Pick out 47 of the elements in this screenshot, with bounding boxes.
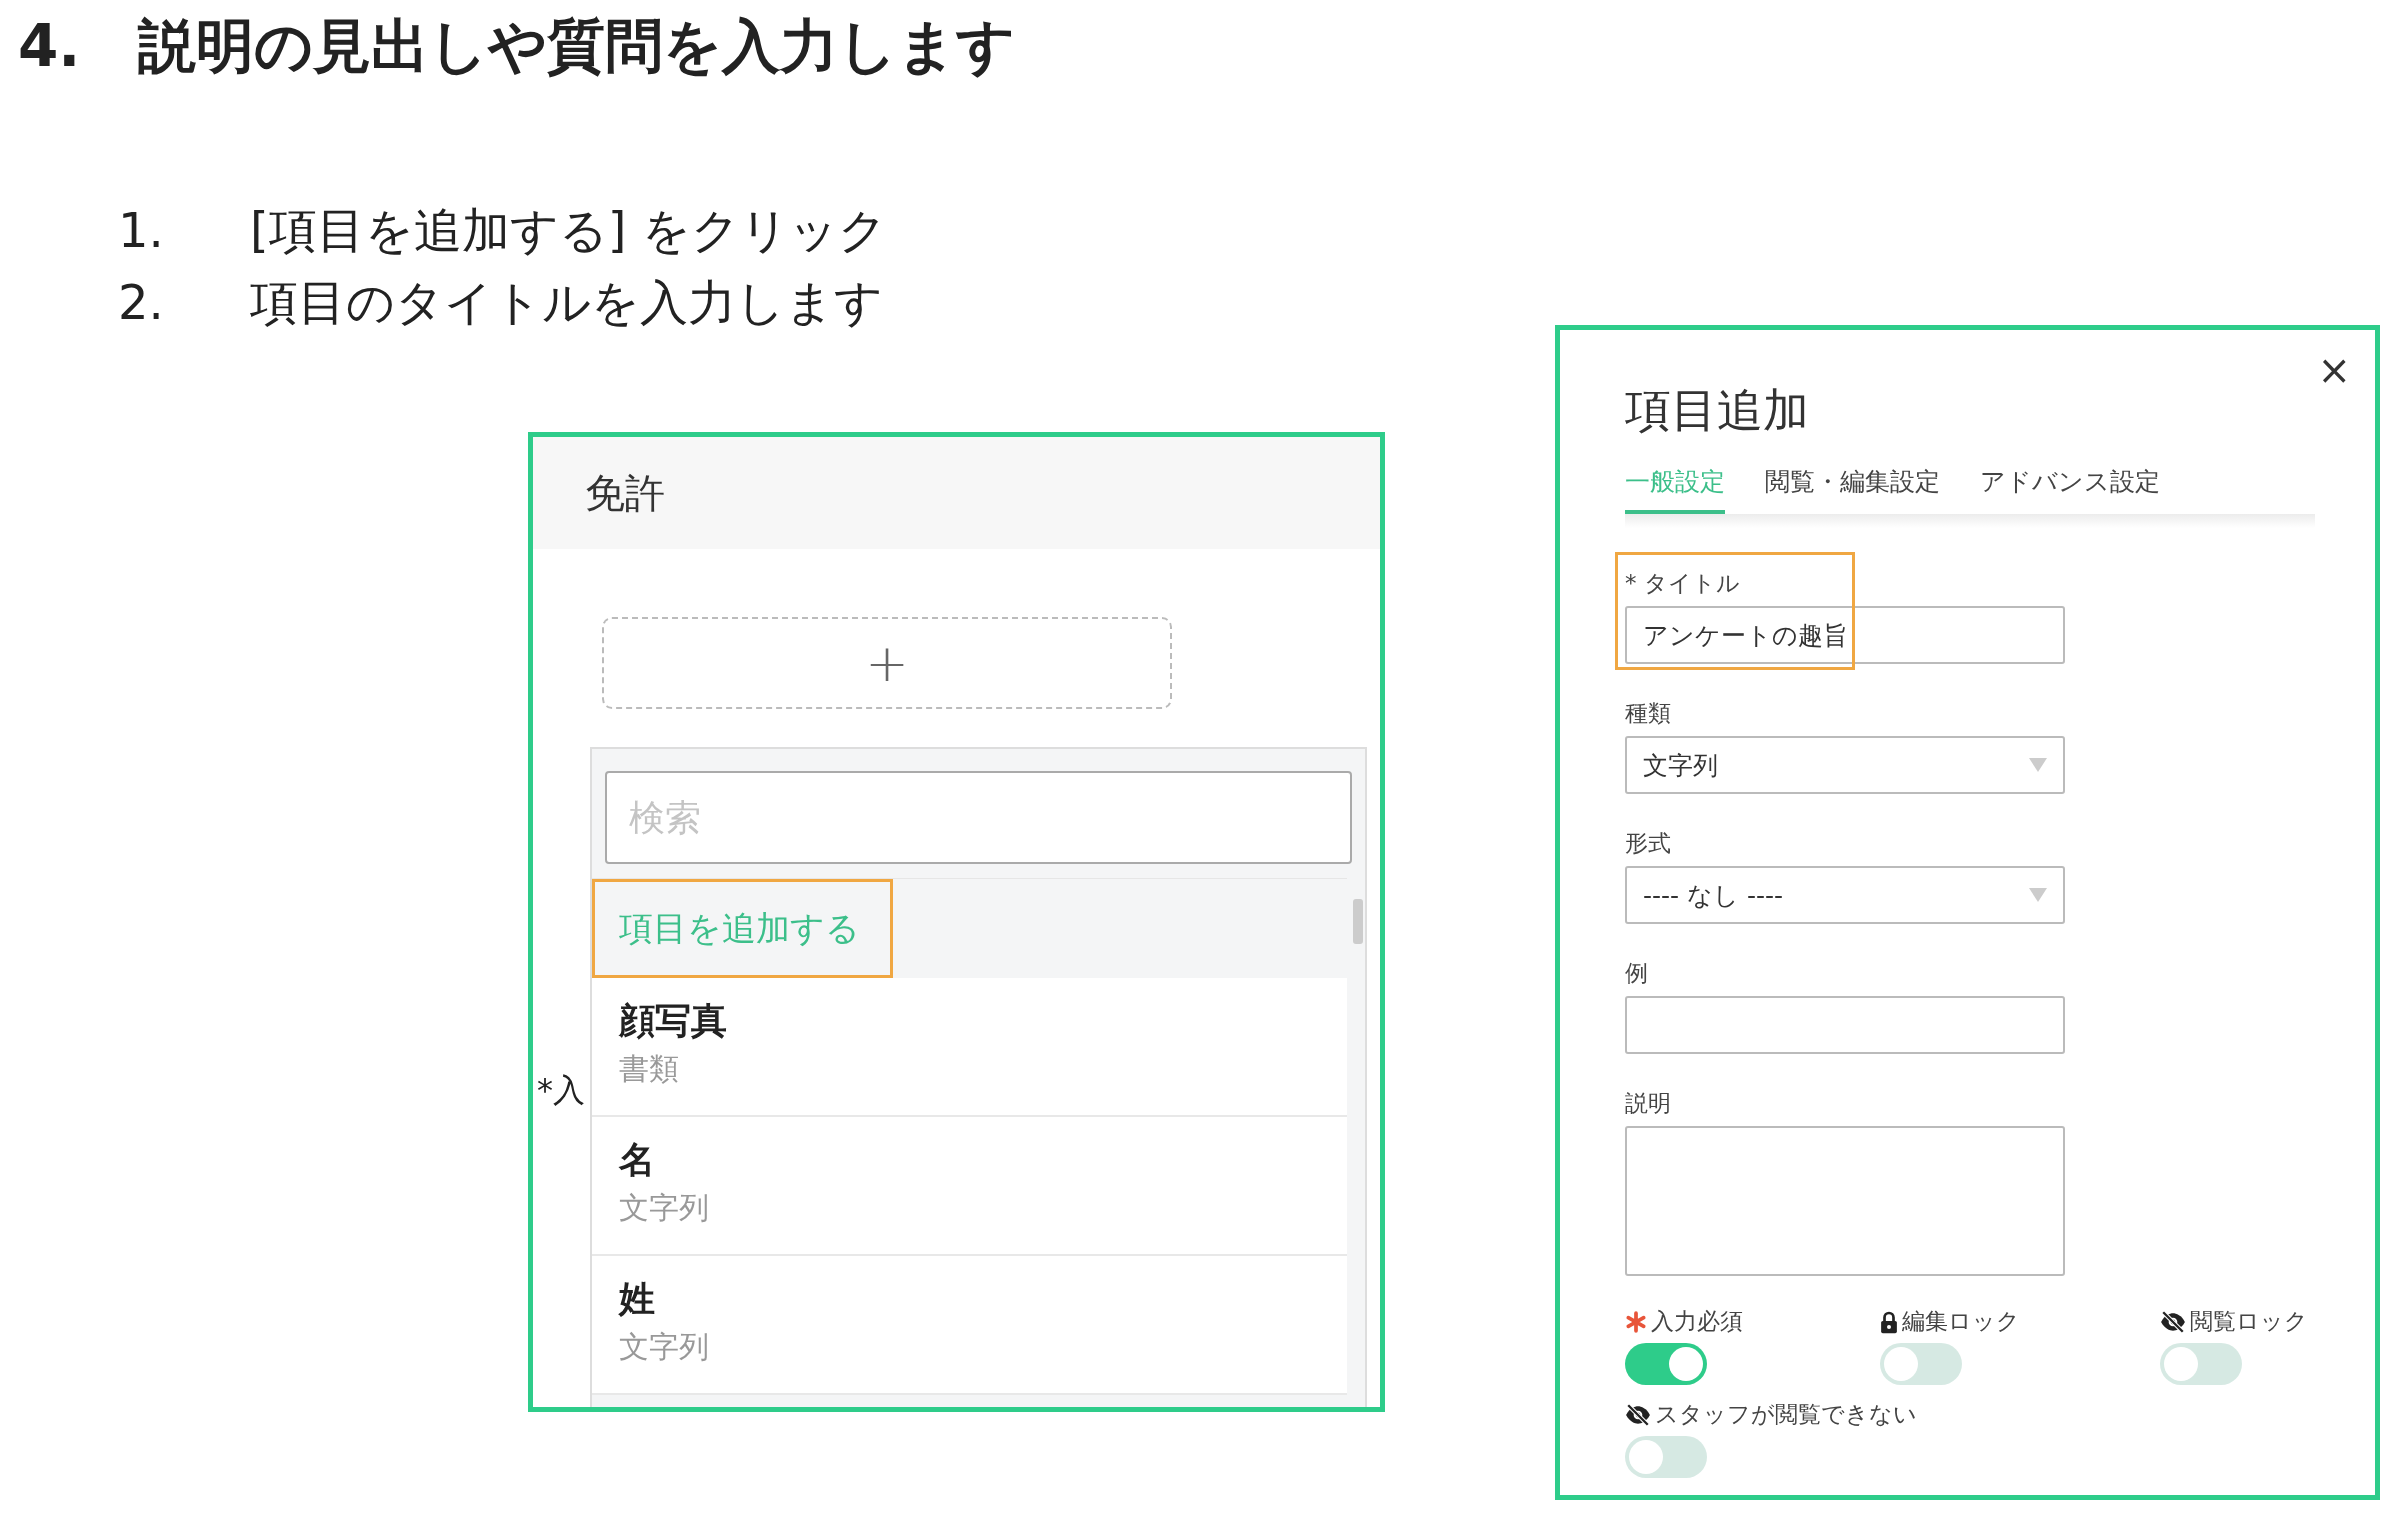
toggle-switch[interactable] <box>1625 1436 1707 1478</box>
item-label[interactable]: 名 <box>619 1135 655 1185</box>
step-number: 1. <box>118 201 165 260</box>
toggle-label: 入力必須 <box>1651 1307 1743 1336</box>
dialog-title: 項目追加 <box>1625 382 1810 439</box>
field-label: 説明 <box>1625 1089 1671 1118</box>
select-value: 文字列 <box>1643 749 1718 782</box>
input-field[interactable]: アンケートの趣旨 <box>1625 606 2065 664</box>
select-field[interactable]: ---- なし ---- <box>1625 866 2065 924</box>
toggle-switch[interactable] <box>1880 1343 1962 1385</box>
add-button[interactable]: + <box>602 617 1172 709</box>
toggle-switch[interactable] <box>1625 1343 1707 1385</box>
item-type: 文字列 <box>619 1189 709 1227</box>
field-label: 例 <box>1625 959 1648 988</box>
field-label: 形式 <box>1625 829 1671 858</box>
select-field[interactable]: 文字列 <box>1625 736 2065 794</box>
heading-number: 4. <box>18 11 82 82</box>
search-field[interactable]: 検索 <box>605 771 1352 864</box>
step-text: [項目を追加する] をクリック <box>250 201 887 260</box>
lock-icon <box>1880 1309 1898 1334</box>
caret-icon <box>2029 888 2047 902</box>
item-type: 書類 <box>619 1050 679 1088</box>
highlighted-label: 項目を追加する <box>592 879 893 978</box>
tab[interactable]: アドバンス設定 <box>1980 465 2160 514</box>
caret-icon <box>2029 758 2047 772</box>
tab[interactable]: 閲覧・編集設定 <box>1765 465 1940 514</box>
card-title: 免許 <box>585 468 665 518</box>
asterisk-icon <box>1625 1310 1647 1333</box>
heading: 説明の見出しや質問を入力します <box>138 11 1015 82</box>
eye-off-icon <box>2160 1310 2186 1333</box>
scrollbar-thumb[interactable] <box>1353 899 1363 944</box>
item-label[interactable]: 顔写真 <box>619 996 727 1046</box>
item-label[interactable]: 姓 <box>619 1274 655 1324</box>
input-field[interactable] <box>1625 996 2065 1054</box>
close-button[interactable]: × <box>2313 348 2355 392</box>
item-type: 文字列 <box>619 1328 709 1366</box>
eye-off-icon <box>1625 1403 1651 1426</box>
step-text: 項目のタイトルを入力します <box>250 273 883 332</box>
toggle-label: 編集ロック <box>1902 1307 2020 1336</box>
toggle-label: 閲覧ロック <box>2190 1307 2308 1336</box>
text-area[interactable] <box>1625 1126 2065 1276</box>
toggle-label: スタッフが閲覧できない <box>1655 1400 1917 1429</box>
field-label: * タイトル <box>1625 569 1740 598</box>
step-number: 2. <box>118 273 165 332</box>
field-label: 種類 <box>1625 699 1671 728</box>
select-value: ---- なし ---- <box>1643 879 1784 912</box>
toggle-switch[interactable] <box>2160 1343 2242 1385</box>
